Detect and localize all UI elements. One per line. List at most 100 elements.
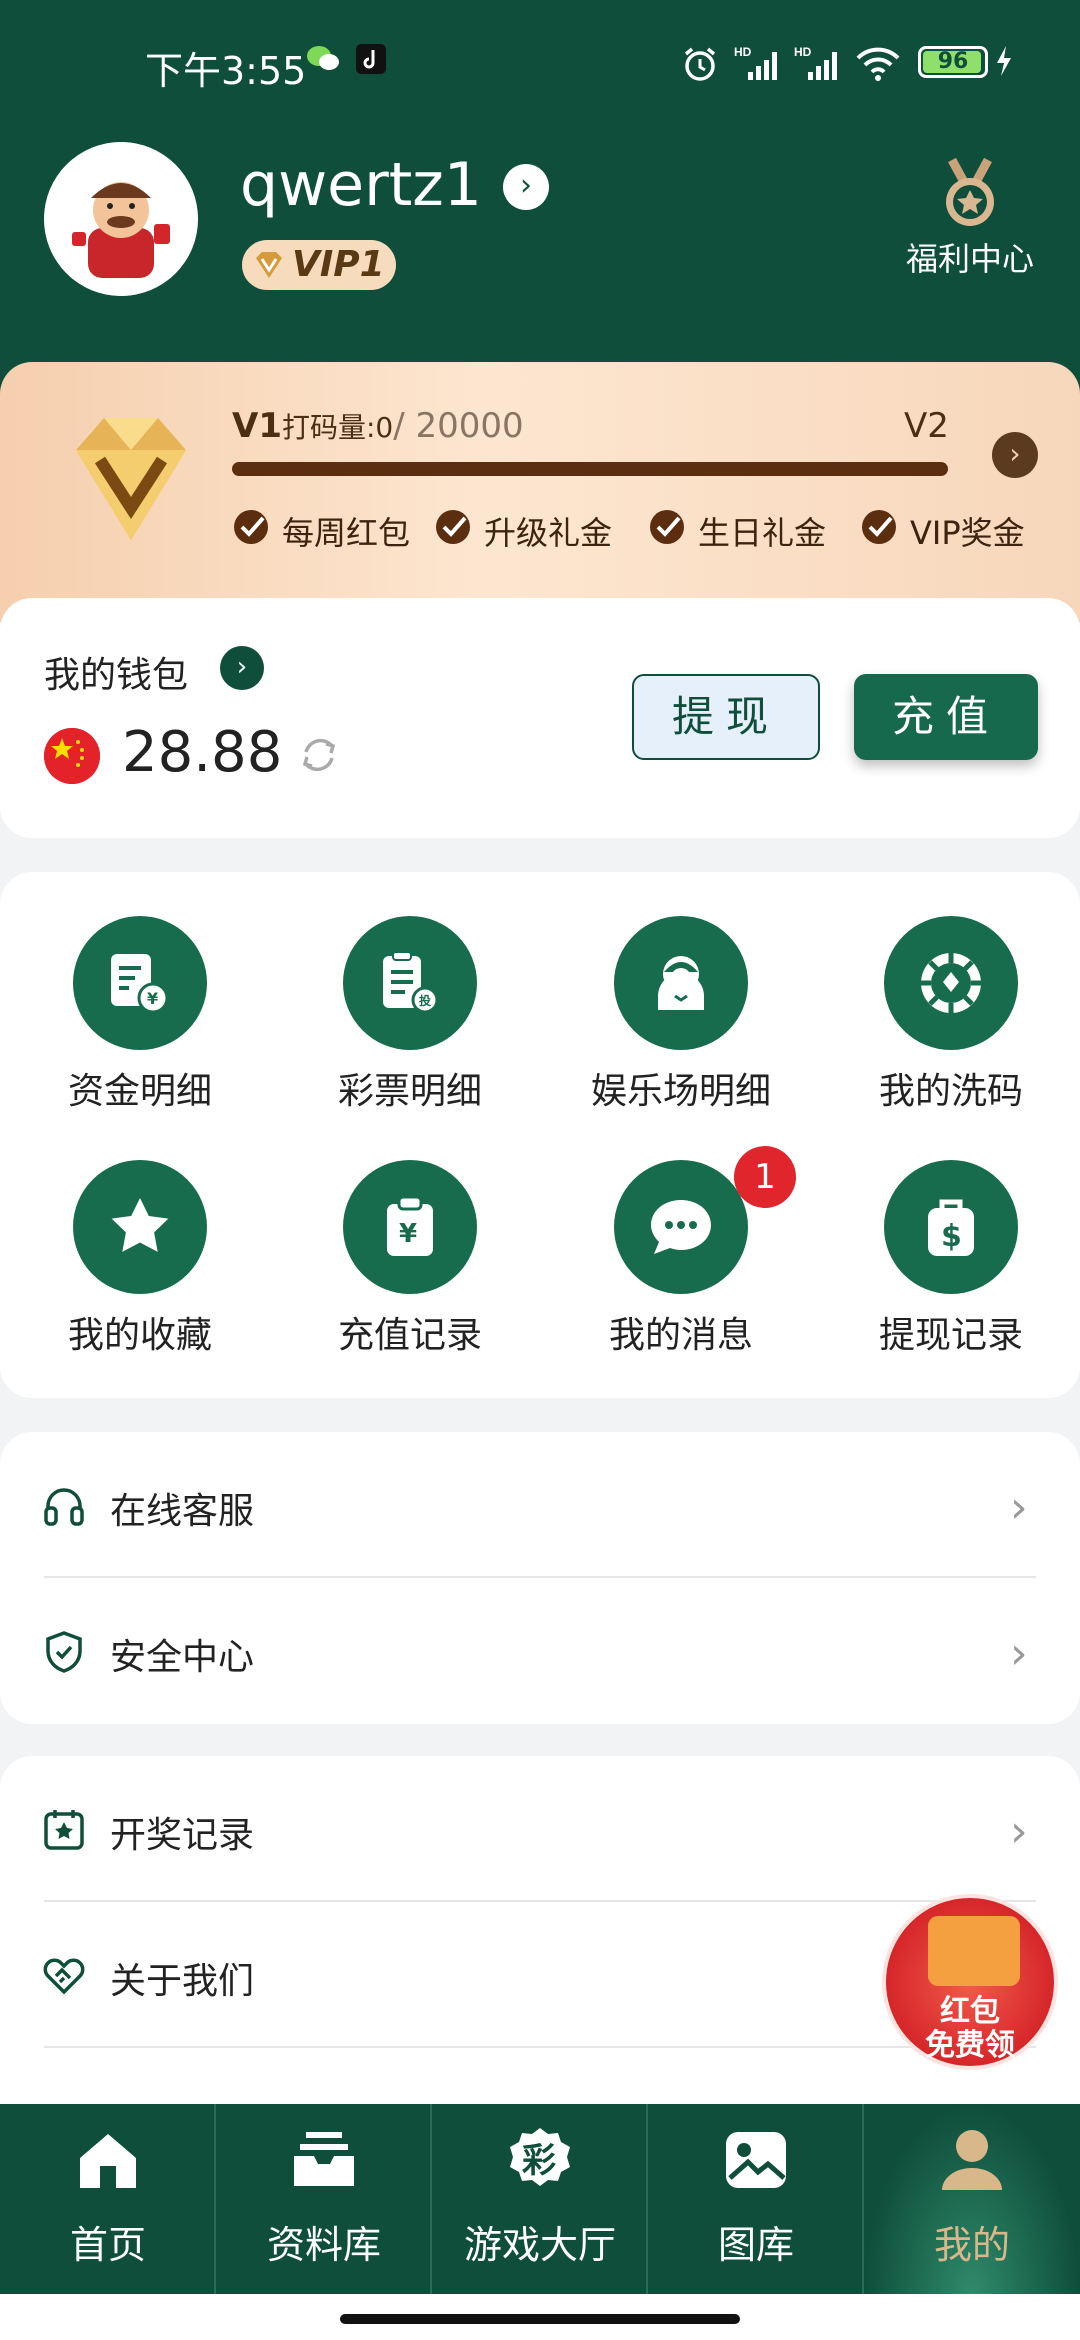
grid-icon-circle: ¥ <box>73 916 207 1050</box>
free-red-packet-button[interactable]: 红包 免费领 <box>882 1894 1058 2070</box>
grid-label: 我的洗码 <box>878 1071 1023 1112</box>
vip-gem-icon <box>76 418 186 540</box>
menu-item-online-service[interactable]: 在线客服 › <box>0 1432 1080 1578</box>
vip-badge-label: VIP1 <box>292 244 385 285</box>
tab-label: 图库 <box>717 2223 794 2267</box>
grid-item-casino-detail[interactable]: 娱乐场明细 <box>546 872 816 1112</box>
menu-item-draw-records[interactable]: 开奖记录 › <box>0 1756 1080 1902</box>
grid-label: 提现记录 <box>878 1315 1023 1356</box>
status-bar: 下午3:55 HD HD 96 <box>0 0 1080 130</box>
vip-details-arrow[interactable]: › <box>992 432 1038 478</box>
wallet-arrow-button[interactable]: › <box>220 646 264 690</box>
charging-icon <box>994 44 1014 85</box>
grid-label: 资金明细 <box>67 1071 212 1112</box>
deposit-record-icon: ¥ <box>387 1195 433 1256</box>
tab-label: 我的 <box>933 2223 1010 2267</box>
svg-text:投: 投 <box>419 993 431 1008</box>
bottom-tab-bar: 首页 资料库 彩 游戏大厅 图库 我的 <box>0 2104 1080 2294</box>
grid-item-lottery-detail[interactable]: 投 彩票明细 <box>275 872 545 1112</box>
casino-detail-icon <box>658 956 704 1010</box>
medal-icon <box>946 158 994 226</box>
wallet-card: 我的钱包 › 28.88 提现 充值 <box>0 598 1080 838</box>
menu-label: 开奖记录 <box>110 1815 255 1856</box>
tab-label: 游戏大厅 <box>463 2223 616 2267</box>
home-icon <box>80 2134 136 2188</box>
vip-level-card[interactable]: V1打码量:0/ 20000 V2 › 每周红包 升级礼金 生日礼金 VIP奖金 <box>0 362 1080 622</box>
vip-current-level: V1打码量:0/ 20000 <box>232 406 524 446</box>
china-flag-icon <box>44 728 100 784</box>
menu-label: 在线客服 <box>110 1491 255 1532</box>
tab-game-lobby[interactable]: 彩 游戏大厅 <box>432 2104 648 2294</box>
chevron-right-icon: › <box>1010 1806 1028 1857</box>
withdraw-button[interactable]: 提现 <box>632 674 820 760</box>
inbox-icon <box>294 2132 354 2186</box>
grid-item-fund-detail[interactable]: ¥ 资金明细 <box>5 872 275 1112</box>
grid-label: 我的收藏 <box>67 1315 212 1356</box>
battery-indicator: 96 <box>918 46 988 78</box>
home-indicator[interactable] <box>340 2314 740 2324</box>
tab-label: 资料库 <box>266 2223 381 2267</box>
handshake-icon <box>43 1958 85 1995</box>
unread-badge: 1 <box>734 1146 796 1208</box>
battery-level: 96 <box>937 49 969 74</box>
withdraw-record-icon: $ <box>928 1199 974 1256</box>
tab-label: 首页 <box>69 2223 146 2267</box>
grid-icon-circle <box>884 916 1018 1050</box>
gallery-icon <box>726 2132 786 2188</box>
svg-text:彩: 彩 <box>522 2141 556 2181</box>
vip-turnover-target: / 20000 <box>393 406 524 446</box>
lottery-detail-icon: 投 <box>383 951 439 1014</box>
menu-item-security-center[interactable]: 安全中心 › <box>0 1578 1080 1724</box>
grid-icon-circle <box>614 1160 748 1294</box>
chip-icon <box>921 953 981 1013</box>
svg-text:¥: ¥ <box>399 1219 417 1249</box>
grid-item-withdraw-record[interactable]: $ 提现记录 <box>816 1116 1080 1356</box>
check-icon <box>234 510 268 544</box>
header: 下午3:55 HD HD 96 qwertz1 › VIP1 福利中心 <box>0 0 1080 400</box>
chevron-right-icon: › <box>1009 437 1021 470</box>
refresh-icon[interactable] <box>296 732 342 778</box>
menu-group-service: 在线客服 › 安全中心 › <box>0 1432 1080 1724</box>
vip-progress-bar <box>232 462 948 476</box>
grid-label: 充值记录 <box>337 1315 482 1356</box>
deposit-button[interactable]: 充值 <box>854 674 1038 760</box>
svg-text:HD: HD <box>794 45 812 59</box>
vip-turnover-label: 打码量:0 <box>281 411 394 444</box>
tab-gallery[interactable]: 图库 <box>648 2104 864 2294</box>
grid-item-my-chips[interactable]: 我的洗码 <box>816 872 1080 1112</box>
tab-library[interactable]: 资料库 <box>216 2104 432 2294</box>
wallet-title[interactable]: 我的钱包 <box>44 646 188 698</box>
fund-detail-icon: ¥ <box>111 954 169 1014</box>
profile-arrow-button[interactable]: › <box>503 164 549 210</box>
chevron-right-icon: › <box>520 168 532 203</box>
tab-home[interactable]: 首页 <box>0 2104 216 2294</box>
calendar-star-icon <box>44 1810 84 1850</box>
svg-text:¥: ¥ <box>147 989 158 1008</box>
chat-icon <box>651 1200 711 1254</box>
headset-icon <box>44 1488 84 1526</box>
grid-item-messages[interactable]: 1 我的消息 <box>546 1116 816 1356</box>
user-icon <box>942 2130 1002 2190</box>
avatar[interactable] <box>44 142 198 296</box>
chevron-right-icon: › <box>1010 1628 1028 1679</box>
perk-label: VIP奖金 <box>910 514 1025 552</box>
check-icon <box>436 510 470 544</box>
svg-text:HD: HD <box>734 45 752 59</box>
signal-hd-2-icon: HD <box>794 44 846 91</box>
tab-mine[interactable]: 我的 <box>864 2104 1080 2294</box>
grid-icon-circle: ¥ <box>343 1160 477 1294</box>
wifi-icon <box>854 44 902 91</box>
perk-label: 每周红包 <box>282 514 411 552</box>
gesture-bar-area <box>0 2294 1080 2340</box>
svg-text:$: $ <box>941 1219 962 1254</box>
welfare-center-label: 福利中心 <box>905 240 1034 278</box>
grid-item-favorites[interactable]: 我的收藏 <box>5 1116 275 1356</box>
grid-label: 娱乐场明细 <box>590 1071 771 1112</box>
signal-hd-1-icon: HD <box>734 44 786 91</box>
vip-badge: VIP1 <box>242 240 396 290</box>
grid-icon-circle <box>73 1160 207 1294</box>
wechat-icon <box>305 44 341 81</box>
username[interactable]: qwertz1 <box>240 150 482 220</box>
chevron-right-icon: › <box>1010 1482 1028 1533</box>
grid-item-deposit-record[interactable]: ¥ 充值记录 <box>275 1116 545 1356</box>
